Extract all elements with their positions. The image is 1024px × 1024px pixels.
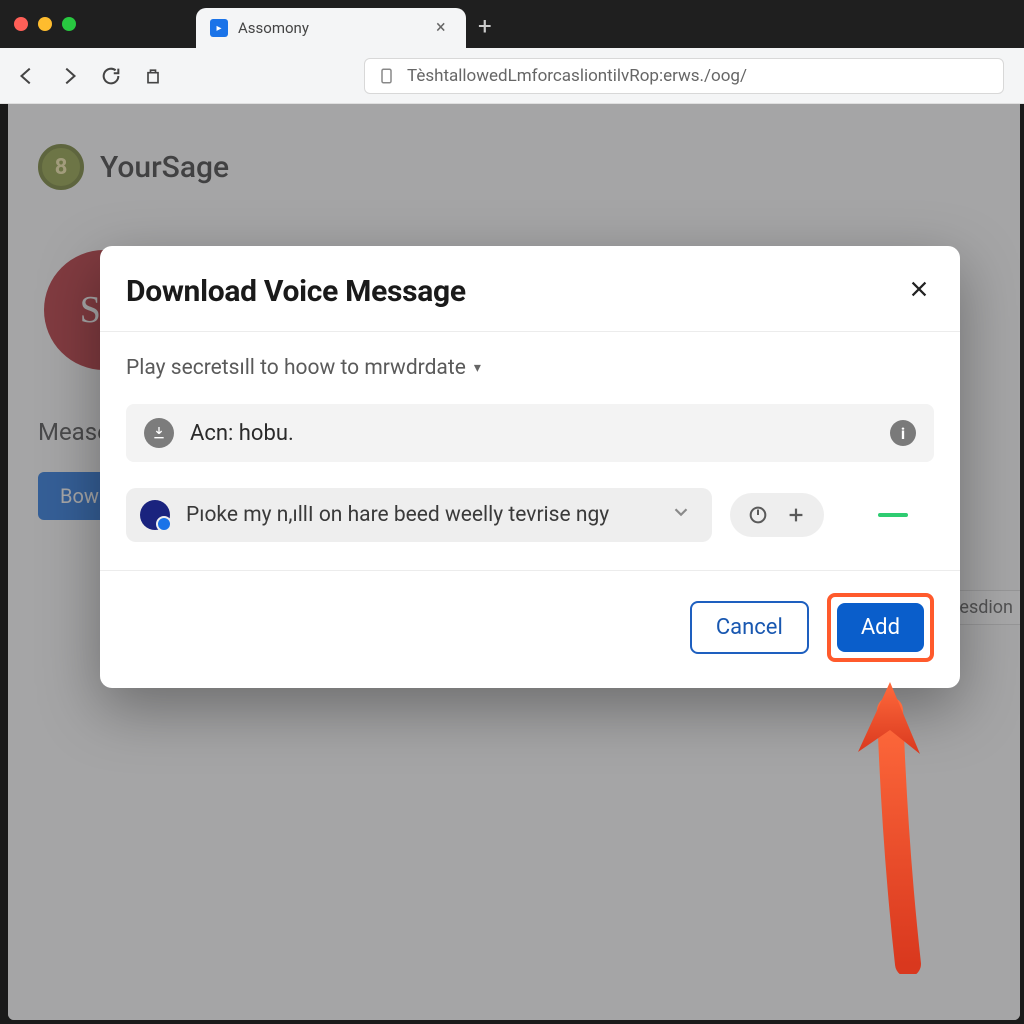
tab-title: Assomony: [238, 19, 426, 37]
extensions-icon[interactable]: [142, 65, 164, 87]
window-minimize-button[interactable]: [38, 17, 52, 31]
modal-subtitle-text: Play secretsıll to hoow to mrwdrdate: [126, 356, 466, 380]
new-tab-button[interactable]: +: [478, 12, 492, 48]
site-info-icon: [379, 67, 397, 85]
plus-icon[interactable]: [784, 503, 808, 527]
modal-header: Download Voice Message: [100, 246, 960, 332]
modal-title: Download Voice Message: [126, 274, 466, 309]
tab-close-icon[interactable]: ×: [436, 20, 452, 36]
tab-favicon-icon: [210, 19, 228, 37]
modal-subtitle-dropdown[interactable]: Play secretsıll to hoow to mrwdrdate ▾: [126, 356, 934, 380]
window-close-button[interactable]: [14, 17, 28, 31]
voice-select[interactable]: Pıoke my n,ıllI on hare beed weelly tevr…: [126, 488, 712, 542]
modal-close-button[interactable]: [908, 278, 930, 306]
chevron-down-icon: [670, 501, 692, 529]
browser-titlebar: Assomony × +: [0, 0, 1024, 48]
download-voice-modal: Download Voice Message Play secretsıll t…: [100, 246, 960, 688]
action-pill: [730, 493, 824, 537]
voice-select-row: Pıoke my n,ıllI on hare beed weelly tevr…: [126, 488, 934, 542]
power-icon[interactable]: [746, 503, 770, 527]
name-field-text: Acn: hobu.: [190, 421, 874, 446]
add-button[interactable]: Add: [837, 603, 924, 652]
window-maximize-button[interactable]: [62, 17, 76, 31]
forward-button[interactable]: [58, 65, 80, 87]
modal-footer: Cancel Add: [100, 570, 960, 688]
browser-tab[interactable]: Assomony ×: [196, 8, 466, 48]
caret-down-icon: ▾: [474, 360, 481, 376]
page-viewport: 8 YourSage Sci Mease Bow lesdion Downloa…: [8, 104, 1020, 1020]
modal-body: Play secretsıll to hoow to mrwdrdate ▾ A…: [100, 332, 960, 570]
reload-button[interactable]: [100, 65, 122, 87]
address-bar[interactable]: TèshtallowedLmforcasliontilvRop:erws./oo…: [364, 58, 1004, 94]
close-icon: [908, 278, 930, 300]
window-controls: [14, 17, 76, 31]
remove-row-icon[interactable]: [878, 513, 908, 517]
cancel-button[interactable]: Cancel: [690, 601, 809, 654]
voice-select-text: Pıoke my n,ıllI on hare beed weelly tevr…: [186, 503, 654, 527]
info-icon[interactable]: i: [890, 420, 916, 446]
name-field-row[interactable]: Acn: hobu. i: [126, 404, 934, 462]
voice-avatar-icon: [140, 500, 170, 530]
url-text: TèshtallowedLmforcasliontilvRop:erws./oo…: [407, 66, 747, 86]
download-circle-icon: [144, 418, 174, 448]
add-button-highlight: Add: [827, 593, 934, 662]
browser-toolbar: TèshtallowedLmforcasliontilvRop:erws./oo…: [0, 48, 1024, 104]
back-button[interactable]: [16, 65, 38, 87]
tab-bar: Assomony × +: [196, 0, 492, 48]
